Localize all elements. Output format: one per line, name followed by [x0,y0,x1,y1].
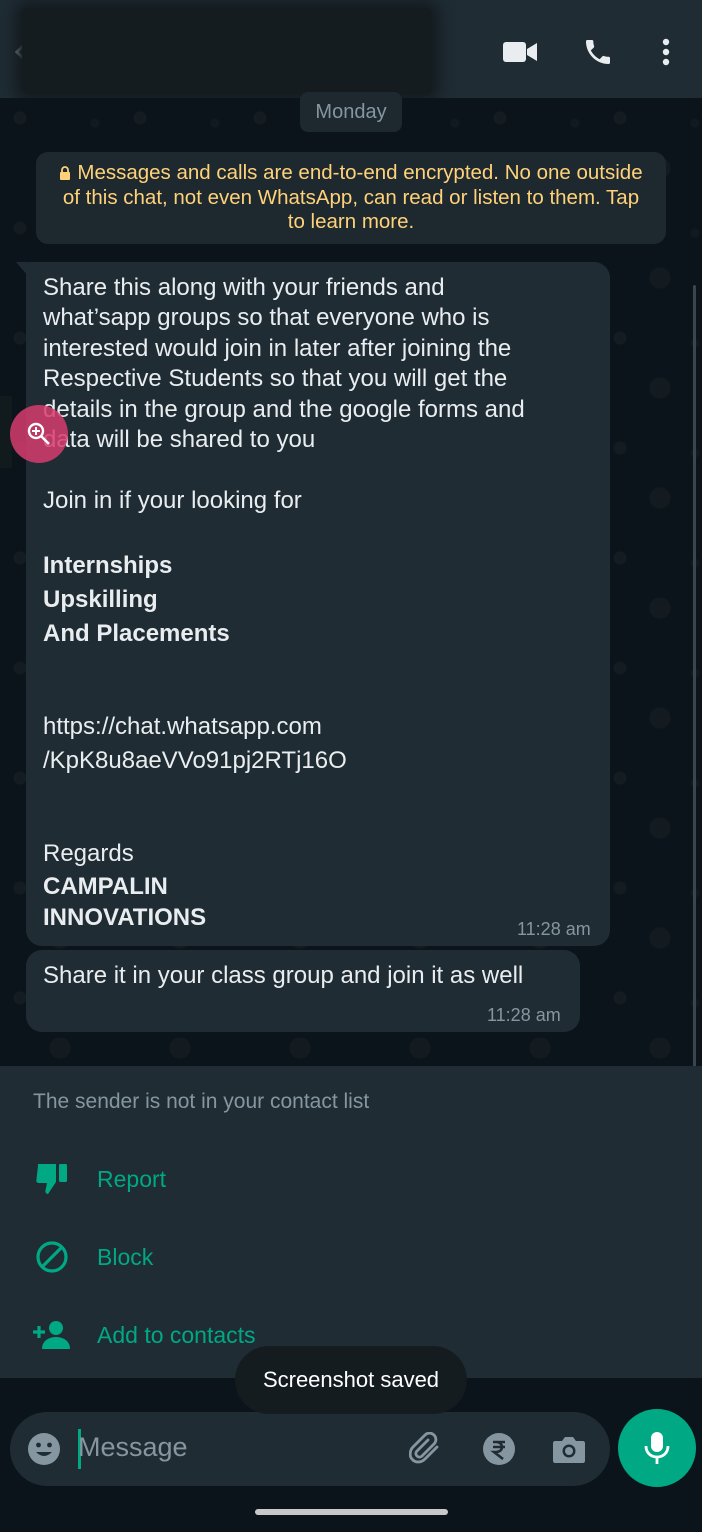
video-call-icon[interactable] [498,32,542,72]
encryption-notice[interactable]: Messages and calls are end-to-end encryp… [36,152,666,244]
block-icon [30,1235,74,1279]
rupee-payment-icon[interactable] [481,1431,517,1467]
encryption-notice-line: Messages and calls are end-to-end encryp… [50,161,652,186]
redacted-contact-name[interactable] [22,8,432,94]
report-label: Report [97,1166,167,1192]
message-text: Share this along with your friends and [43,274,445,301]
message-text: Regards [43,840,134,867]
incoming-message[interactable]: Share it in your class group and join it… [26,950,580,1032]
voice-call-icon[interactable] [576,32,620,72]
chat-header [0,0,702,98]
message-input[interactable]: Message [78,1432,188,1463]
message-timestamp: 11:28 am [487,1005,561,1025]
message-text: Respective Students so that you will get… [43,365,508,392]
zoom-in-icon[interactable] [10,405,68,463]
message-timestamp: 11:28 am [517,919,591,939]
message-text: Join in if your looking for [43,487,302,514]
camera-icon[interactable] [551,1431,587,1467]
emoji-icon[interactable] [26,1431,62,1467]
screenshot-toast: Screenshot saved [235,1346,467,1414]
message-text: interested would join in later after joi… [43,335,512,362]
message-composer[interactable]: Message [10,1412,610,1486]
message-text: Share it in your class group and join it… [43,962,524,989]
encryption-notice-line: of this chat, not even WhatsApp, can rea… [62,185,640,209]
block-button[interactable]: Block [30,1235,430,1279]
message-text: data will be shared to you [43,426,316,453]
message-text: details in the group and the google form… [43,396,525,423]
message-link[interactable]: https://chat.whatsapp.com [43,713,322,741]
incoming-message[interactable]: Share this along with your friends and w… [16,262,610,946]
date-chip: Monday [300,92,402,132]
message-text-bold: And Placements [43,620,230,647]
block-label: Block [97,1244,154,1270]
add-person-icon [30,1313,74,1357]
lock-icon [60,166,71,180]
thumbs-down-icon [30,1157,74,1201]
message-text-bold: CAMPALIN [43,873,168,900]
report-button[interactable]: Report [30,1157,430,1201]
more-options-icon[interactable] [644,32,688,72]
mic-icon[interactable] [618,1409,696,1487]
message-link[interactable]: /KpK8u8aeVVo91pj2RTj16O [43,747,347,775]
message-text-bold: Internships [43,552,173,579]
attach-icon[interactable] [408,1431,444,1467]
message-text-bold: Upskilling [43,586,158,613]
message-text: what’sapp groups so that everyone who is [43,304,490,331]
home-gesture-bar[interactable] [255,1509,448,1515]
add-to-contacts-label: Add to contacts [97,1322,256,1348]
message-text-bold: INNOVATIONS [43,904,207,931]
encryption-notice-line: to learn more. [287,210,415,233]
unknown-sender-note: The sender is not in your contact list [33,1090,370,1113]
